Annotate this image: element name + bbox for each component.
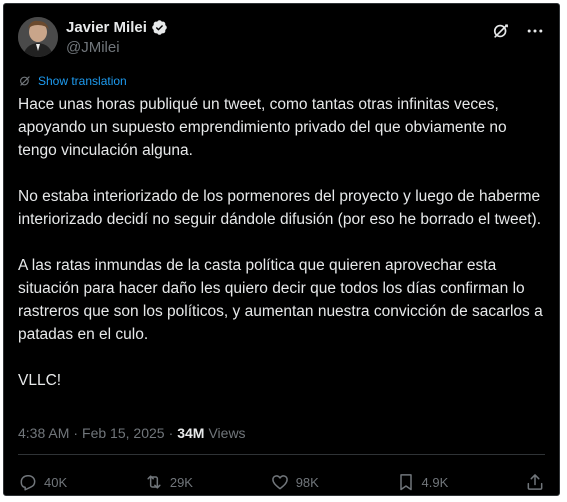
tweet-time[interactable]: 4:38 AM	[18, 425, 69, 441]
verified-badge-icon	[152, 20, 167, 35]
tweet-paragraph-1: Hace unas horas publiqué un tweet, como …	[18, 96, 507, 159]
views-count: 34M	[177, 425, 205, 441]
avatar-image	[18, 17, 58, 57]
tweet-date[interactable]: Feb 15, 2025	[82, 425, 165, 441]
tweet-card: Javier Milei @JMilei Show translation Ha…	[3, 3, 560, 496]
show-translation-link[interactable]: Show translation	[18, 74, 127, 88]
avatar[interactable]	[18, 17, 58, 57]
tweet-text: Hace unas horas publiqué un tweet, como …	[18, 93, 546, 415]
bookmark-button[interactable]: 4.9K	[396, 472, 449, 492]
handle[interactable]: @JMilei	[66, 39, 168, 56]
tweet-paragraph-4: VLLC!	[18, 372, 62, 389]
divider	[18, 454, 545, 455]
like-button[interactable]: 98K	[270, 472, 319, 492]
tweet-header: Javier Milei @JMilei	[18, 17, 545, 61]
repost-button[interactable]: 29K	[144, 472, 193, 492]
tweet-paragraph-2: No estaba interiorizado de los pormenore…	[18, 188, 542, 228]
more-options-icon[interactable]	[525, 21, 545, 41]
like-count: 98K	[295, 474, 319, 490]
tweet-meta: 4:38 AM · Feb 15, 2025 · 34M Views	[18, 425, 246, 441]
heart-icon	[271, 475, 288, 490]
bookmark-count: 4.9K	[421, 474, 449, 490]
grok-icon[interactable]	[491, 21, 511, 41]
reply-button[interactable]: 40K	[18, 472, 67, 492]
meta-separator: ·	[73, 425, 79, 441]
share-icon	[527, 474, 543, 490]
display-name[interactable]: Javier Milei	[66, 19, 147, 36]
reply-count: 40K	[44, 474, 68, 490]
bookmark-icon	[399, 474, 412, 491]
author-names: Javier Milei @JMilei	[66, 19, 168, 56]
repost-count: 29K	[169, 474, 193, 490]
repost-icon	[147, 475, 161, 489]
tweet-paragraph-3: A las ratas inmundas de la casta polític…	[18, 257, 543, 343]
reply-icon	[20, 475, 36, 491]
meta-separator: ·	[168, 425, 174, 441]
show-translation-label: Show translation	[38, 74, 127, 88]
share-button[interactable]	[525, 472, 545, 492]
translate-grok-icon	[20, 76, 30, 86]
action-bar: 40K 29K 98K 4.9K	[18, 470, 545, 494]
views-label: Views	[208, 425, 246, 441]
header-actions	[491, 21, 545, 41]
